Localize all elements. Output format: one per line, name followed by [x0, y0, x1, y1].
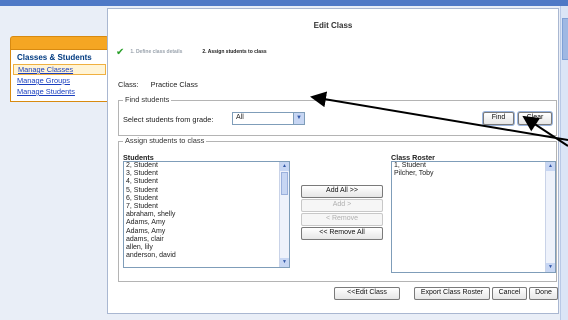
- sidebar-item-manage-groups[interactable]: Manage Groups: [11, 75, 108, 86]
- check-icon: ✔: [116, 46, 125, 58]
- students-list[interactable]: 2, Student 3, Student 4, Student 5, Stud…: [123, 161, 290, 268]
- add-all-button[interactable]: Add All >>: [301, 185, 383, 198]
- list-item[interactable]: 5, Student: [124, 187, 289, 195]
- list-item[interactable]: allen, lily: [124, 244, 289, 252]
- list-item[interactable]: abraham, shelly: [124, 211, 289, 219]
- class-roster-list[interactable]: 1, Student Pilcher, Toby ▲ ▼: [391, 161, 556, 273]
- grade-select[interactable]: All ▼: [232, 112, 305, 125]
- class-name: Practice Class: [150, 80, 198, 89]
- grade-select-value: All: [236, 114, 244, 121]
- scroll-down-icon[interactable]: ▼: [546, 263, 555, 272]
- list-item[interactable]: anderson, david: [124, 252, 289, 260]
- students-scrollbar-thumb[interactable]: [281, 172, 288, 195]
- page-title: Edit Class: [313, 21, 353, 30]
- page-scrollbar[interactable]: [560, 6, 568, 320]
- clear-button[interactable]: Clear: [518, 112, 552, 125]
- find-students-legend: Find students: [123, 95, 172, 104]
- class-info: Class: Practice Class: [118, 80, 198, 89]
- grade-select-label: Select students from grade:: [123, 115, 214, 124]
- list-item[interactable]: 3, Student: [124, 170, 289, 178]
- step-define-class: 1. Define class details: [130, 49, 183, 55]
- sidebar: Classes & Students Manage Classes Manage…: [10, 36, 109, 106]
- list-item[interactable]: 6, Student: [124, 195, 289, 203]
- sidebar-tab: [10, 36, 109, 49]
- roster-scrollbar[interactable]: ▲ ▼: [545, 162, 555, 272]
- list-item[interactable]: Adams, Amy: [124, 228, 289, 236]
- window-top-band: [0, 0, 568, 6]
- edit-class-panel: Edit Class ✔ 1. Define class details 2. …: [107, 8, 559, 314]
- app-frame: Classes & Students Manage Classes Manage…: [0, 0, 568, 320]
- page-scrollbar-thumb[interactable]: [562, 18, 568, 60]
- add-button[interactable]: Add >: [301, 199, 383, 212]
- students-scrollbar[interactable]: ▲ ▼: [279, 162, 289, 267]
- cancel-button[interactable]: Cancel: [492, 287, 527, 300]
- edit-class-back-button[interactable]: <<Edit Class: [334, 287, 400, 300]
- assign-students-legend: Assign students to class: [123, 136, 207, 145]
- list-item[interactable]: 4, Student: [124, 178, 289, 186]
- scroll-down-icon[interactable]: ▼: [280, 258, 289, 267]
- chevron-down-icon[interactable]: ▼: [293, 113, 304, 124]
- export-class-roster-button[interactable]: Export Class Roster: [414, 287, 490, 300]
- list-item[interactable]: 2, Student: [124, 162, 289, 170]
- remove-button[interactable]: < Remove: [301, 213, 383, 226]
- sidebar-box: Classes & Students Manage Classes Manage…: [10, 49, 109, 102]
- list-item[interactable]: 7, Student: [124, 203, 289, 211]
- list-item[interactable]: Pilcher, Toby: [392, 170, 555, 178]
- assign-students-group: Assign students to class Students 2, Stu…: [118, 136, 557, 282]
- class-label: Class:: [118, 80, 139, 89]
- list-item[interactable]: Adams, Amy: [124, 219, 289, 227]
- wizard-steps: ✔ 1. Define class details 2. Assign stud…: [116, 46, 267, 58]
- remove-all-button[interactable]: << Remove All: [301, 227, 383, 240]
- scroll-up-icon[interactable]: ▲: [546, 162, 555, 171]
- find-students-group: Find students Select students from grade…: [118, 95, 557, 136]
- step-assign-students: 2. Assign students to class: [202, 49, 267, 55]
- sidebar-item-manage-students[interactable]: Manage Students: [11, 86, 108, 97]
- sidebar-item-manage-classes[interactable]: Manage Classes: [13, 64, 106, 75]
- sidebar-heading: Classes & Students: [17, 53, 92, 62]
- list-item[interactable]: adams, clair: [124, 236, 289, 244]
- done-button[interactable]: Done: [529, 287, 558, 300]
- scroll-up-icon[interactable]: ▲: [280, 162, 289, 171]
- find-button[interactable]: Find: [483, 112, 514, 125]
- list-item[interactable]: 1, Student: [392, 162, 555, 170]
